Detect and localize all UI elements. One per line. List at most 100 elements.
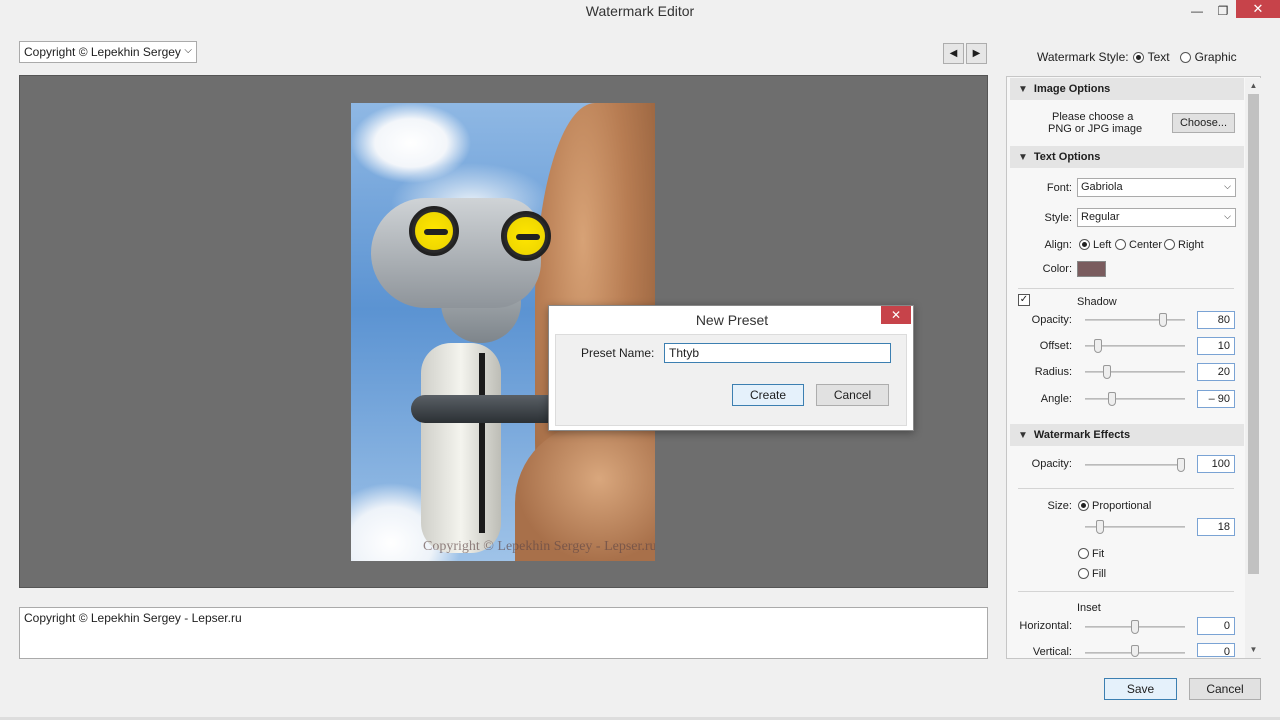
vertical-label: Vertical: <box>1032 646 1072 658</box>
font-label: Font: <box>1046 182 1072 194</box>
previous-image-button[interactable]: ◀ <box>943 43 964 64</box>
shadow-radius-slider[interactable] <box>1085 371 1185 373</box>
size-fill-label[interactable]: Fill <box>1092 568 1106 580</box>
chevron-down-icon: ⌵ <box>184 45 192 56</box>
watermark-effects-header[interactable]: ▼ Watermark Effects <box>1010 424 1244 446</box>
maximize-button[interactable]: ❐ <box>1210 0 1236 22</box>
effects-opacity-slider[interactable] <box>1085 464 1185 466</box>
align-right-label[interactable]: Right <box>1178 239 1204 251</box>
color-label: Color: <box>1042 263 1072 275</box>
shadow-label: Shadow <box>1077 296 1117 308</box>
choose-image-button[interactable]: Choose... <box>1172 113 1235 133</box>
size-thumb[interactable] <box>1096 520 1105 534</box>
watermark-style-group: Watermark Style: Text Graphic <box>1037 50 1237 64</box>
close-button[interactable]: ✕ <box>1236 0 1280 18</box>
size-fit-label[interactable]: Fit <box>1092 548 1104 560</box>
window-title: Watermark Editor <box>585 3 695 19</box>
align-label: Align: <box>1044 239 1072 251</box>
photo-robot-eye-left <box>409 206 459 256</box>
style-select[interactable]: Regular ⌵ <box>1077 208 1236 227</box>
divider <box>1018 488 1234 489</box>
size-proportional-radio[interactable] <box>1078 500 1089 511</box>
watermark-text-input[interactable]: Copyright © Lepekhin Sergey - Lepser.ru <box>19 607 988 659</box>
preset-name-label: Preset Name: <box>581 346 655 360</box>
shadow-opacity-label: Opacity: <box>1031 314 1072 326</box>
shadow-opacity-slider[interactable] <box>1085 319 1185 321</box>
collapse-triangle-icon: ▼ <box>1018 151 1028 163</box>
chevron-down-icon: ⌵ <box>1224 211 1231 221</box>
cancel-button[interactable]: Cancel <box>1189 678 1261 700</box>
text-options-title: Text Options <box>1033 151 1101 163</box>
image-prompt-line2: PNG or JPG image <box>1048 123 1143 135</box>
style-graphic-radio[interactable] <box>1179 51 1191 63</box>
align-left-radio[interactable] <box>1079 239 1090 250</box>
scroll-up-icon[interactable]: ▲ <box>1248 81 1259 90</box>
preset-dropdown[interactable]: Copyright © Lepekhin Sergey ⌵ <box>19 41 197 63</box>
dialog-body: Preset Name: Thtyb Create Cancel <box>555 334 907 426</box>
align-right-radio[interactable] <box>1164 239 1175 250</box>
font-select[interactable]: Gabriola ⌵ <box>1077 178 1236 197</box>
minimize-button[interactable]: — <box>1182 0 1212 22</box>
dialog-title: New Preset <box>695 312 769 328</box>
size-fit-radio[interactable] <box>1078 548 1089 559</box>
text-options-header[interactable]: ▼ Text Options <box>1010 146 1244 168</box>
shadow-opacity-thumb[interactable] <box>1158 313 1167 327</box>
style-text-radio[interactable] <box>1132 51 1144 63</box>
shadow-radius-field[interactable]: 20 <box>1197 363 1235 381</box>
photo-robot-body <box>421 343 501 553</box>
shadow-angle-thumb[interactable] <box>1108 392 1116 406</box>
horizontal-field[interactable]: 0 <box>1197 617 1235 635</box>
style-graphic-label[interactable]: Graphic <box>1195 50 1237 64</box>
vertical-thumb[interactable] <box>1131 645 1139 657</box>
create-button[interactable]: Create <box>732 384 804 406</box>
divider <box>1018 288 1234 289</box>
image-options-title: Image Options <box>1033 83 1111 95</box>
photo-robot-eye-right <box>501 211 551 261</box>
preview-watermark-text: Copyright © Lepekhin Sergey - Lepser.ru <box>423 539 655 554</box>
shadow-opacity-field[interactable]: 80 <box>1197 311 1235 329</box>
title-bar: Watermark Editor — ❐ ✕ <box>0 0 1280 24</box>
size-fill-radio[interactable] <box>1078 568 1089 579</box>
style-text-label[interactable]: Text <box>1148 50 1170 64</box>
effects-opacity-thumb[interactable] <box>1177 458 1185 472</box>
shadow-angle-field[interactable]: – 90 <box>1197 390 1235 408</box>
vertical-field[interactable]: 0 <box>1197 643 1235 657</box>
shadow-angle-slider[interactable] <box>1085 398 1185 400</box>
photo-robot-stripe <box>479 353 485 533</box>
shadow-radius-thumb[interactable] <box>1103 365 1112 379</box>
size-field[interactable]: 18 <box>1197 518 1235 536</box>
color-swatch[interactable] <box>1077 261 1106 277</box>
inset-label: Inset <box>1077 602 1101 614</box>
dialog-close-button[interactable]: ✕ <box>881 306 911 324</box>
align-left-label[interactable]: Left <box>1093 239 1111 251</box>
font-select-value: Gabriola <box>1081 181 1123 193</box>
new-preset-dialog: New Preset ✕ Preset Name: Thtyb Create C… <box>548 305 914 431</box>
collapse-triangle-icon: ▼ <box>1018 429 1028 441</box>
scrollbar-thumb[interactable] <box>1248 94 1259 574</box>
horizontal-thumb[interactable] <box>1131 620 1139 634</box>
watermark-effects-title: Watermark Effects <box>1033 429 1131 441</box>
scroll-down-icon[interactable]: ▼ <box>1248 645 1259 654</box>
style-select-value: Regular <box>1081 211 1120 223</box>
preset-dropdown-value: Copyright © Lepekhin Sergey <box>24 45 181 59</box>
shadow-checkbox[interactable]: ✓ <box>1018 294 1030 306</box>
shadow-radius-label: Radius: <box>1034 366 1072 378</box>
chevron-down-icon: ⌵ <box>1224 181 1231 191</box>
style-label: Style: <box>1044 212 1072 224</box>
next-image-button[interactable]: ▶ <box>966 43 987 64</box>
shadow-offset-thumb[interactable] <box>1094 339 1103 353</box>
effects-opacity-label: Opacity: <box>1031 458 1072 470</box>
shadow-offset-label: Offset: <box>1039 340 1072 352</box>
watermark-style-label: Watermark Style: <box>1037 50 1129 64</box>
collapse-triangle-icon: ▼ <box>1018 83 1028 95</box>
preset-name-input[interactable]: Thtyb <box>664 343 891 363</box>
image-options-header[interactable]: ▼ Image Options <box>1010 78 1244 100</box>
align-center-radio[interactable] <box>1115 239 1126 250</box>
align-center-label[interactable]: Center <box>1129 239 1162 251</box>
image-prompt-line1: Please choose a <box>1052 111 1134 123</box>
shadow-offset-field[interactable]: 10 <box>1197 337 1235 355</box>
dialog-cancel-button[interactable]: Cancel <box>816 384 889 406</box>
size-proportional-label[interactable]: Proportional <box>1092 500 1151 512</box>
effects-opacity-field[interactable]: 100 <box>1197 455 1235 473</box>
save-button[interactable]: Save <box>1104 678 1177 700</box>
